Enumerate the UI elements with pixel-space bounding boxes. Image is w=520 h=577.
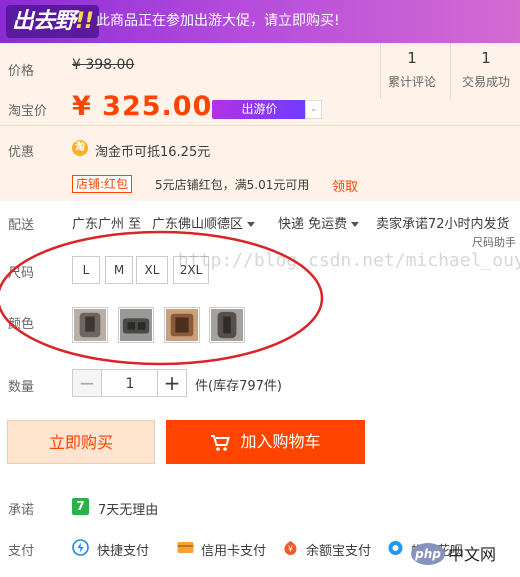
payment-method: 信用卡支付 — [201, 544, 267, 559]
decrement-button[interactable]: − — [72, 369, 102, 397]
size-option-m[interactable]: M — [105, 256, 133, 284]
color-swatch[interactable] — [164, 307, 200, 343]
credit-card-icon — [177, 542, 194, 553]
banner-text: 此商品正在参加出游大促，请立即购买! — [96, 13, 340, 29]
payment-method: 快捷支付 — [97, 544, 150, 559]
ship-to-select[interactable]: 广东佛山顺德区 — [152, 213, 256, 232]
buy-now-button[interactable]: 立即购买 — [7, 420, 155, 464]
promise-label: 承诺 — [8, 503, 35, 518]
payment-method: 余额宝支付 — [306, 544, 372, 559]
size-label: 尺码 — [8, 266, 35, 281]
ship-from: 广东广州 至 — [72, 217, 142, 232]
coin-discount-text: 淘金币可抵16.25元 — [95, 145, 211, 160]
original-price: ¥ 398.00 — [72, 57, 135, 73]
chevron-down-icon — [247, 222, 256, 227]
review-count[interactable]: 1 累计评论 — [378, 49, 446, 90]
quantity-input[interactable]: 1 — [102, 369, 158, 397]
dispatch-promise: 卖家承诺72小时内发货 — [376, 217, 510, 232]
quantity-label: 数量 — [8, 380, 35, 395]
promo-banner: 出去野!! 此商品正在参加出游大促，请立即购买! — [0, 0, 520, 43]
claim-link[interactable]: 领取 — [332, 176, 358, 195]
annotation-ellipse — [0, 230, 324, 366]
offer-label: 优惠 — [8, 145, 35, 160]
promo-tag: 出游价 — [212, 100, 307, 119]
quickpay-icon — [72, 539, 89, 556]
shipping-method-select[interactable]: 快递 免运费 — [278, 213, 360, 232]
site-logo-cn: 中文网 — [448, 545, 496, 564]
increment-button[interactable]: + — [157, 369, 187, 397]
color-swatch[interactable] — [209, 307, 245, 343]
size-option-xl[interactable]: XL — [136, 256, 168, 284]
seven-day-icon: 7 — [72, 498, 89, 515]
campaign-logo: 出去野!! — [6, 5, 100, 38]
color-swatch[interactable] — [72, 307, 108, 343]
chevron-down-icon[interactable]: ⌄ — [305, 100, 322, 119]
taobao-coin-icon: 淘 — [72, 140, 88, 156]
stock-text: 件(库存797件) — [195, 379, 282, 394]
cart-icon — [211, 434, 231, 451]
add-to-cart-button[interactable]: 加入购物车 — [166, 420, 365, 464]
promise-text[interactable]: 7天无理由 — [98, 499, 158, 518]
delivery-label: 配送 — [8, 218, 35, 233]
size-option-l[interactable]: L — [72, 256, 100, 284]
redpack-text: 5元店铺红包，满5.01元可用 — [155, 178, 310, 192]
yuebao-icon: ¥ — [284, 541, 297, 555]
chevron-down-icon — [351, 222, 360, 227]
site-logo: php 中文网 — [411, 543, 496, 565]
color-label: 颜色 — [8, 317, 35, 332]
price-label: 价格 — [8, 64, 35, 79]
promo-price-label: 淘宝价 — [8, 104, 48, 119]
watermark: http://blog.csdn.net/michael_ouyang — [178, 250, 520, 271]
sales-count[interactable]: 1 交易成功 — [452, 49, 520, 90]
divider — [450, 43, 451, 99]
svg-text:¥: ¥ — [288, 545, 293, 554]
divider — [0, 125, 520, 126]
shop-redpack-tag: 店铺:红包 — [72, 175, 133, 193]
promo-price: ¥ 325.00 — [72, 91, 213, 122]
huabei-icon — [388, 541, 403, 555]
size-helper-link[interactable]: 尺码助手 — [472, 234, 516, 250]
site-logo-php: php — [414, 547, 441, 561]
color-swatch[interactable] — [118, 307, 154, 343]
payment-label: 支付 — [8, 544, 35, 559]
